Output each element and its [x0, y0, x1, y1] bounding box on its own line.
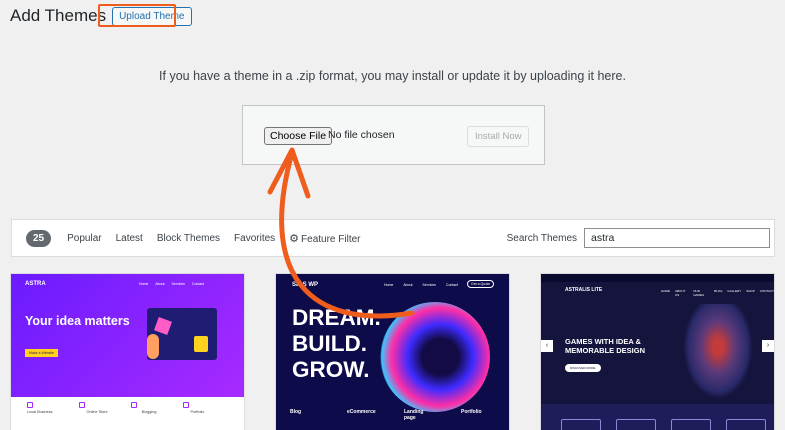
headline-line: GROW. — [292, 357, 370, 382]
feature-icon — [79, 402, 85, 408]
headline-line: MEMORABLE DESIGN — [565, 346, 646, 355]
illustration-shape — [194, 336, 208, 352]
preview-features: Local Business Online Store Blogging Por… — [27, 410, 204, 414]
theme-card-astra[interactable]: ASTRA Home About Services Contact Your i… — [10, 273, 245, 430]
upload-theme-highlight — [98, 4, 176, 27]
preview-nav-button: Get a Quote — [467, 280, 495, 288]
feature-label: Online Store — [86, 410, 108, 414]
preview-nav-item: OUR GAMES — [693, 289, 705, 297]
feature-label: Local Business — [27, 410, 53, 414]
preview-nav-item: ABOUT US — [675, 289, 686, 297]
column-title: Blog — [290, 409, 302, 415]
preview-nav-item: Contact — [191, 282, 204, 286]
column-title: eCommerce — [347, 409, 376, 415]
preview-topbar — [541, 274, 774, 282]
theme-count-badge: 25 — [26, 229, 52, 247]
preview-nav-item: Services — [171, 282, 185, 286]
preview-nav-item: SHOP — [746, 289, 755, 293]
preview-feature-box — [726, 419, 766, 430]
chevron-right-icon: › — [762, 340, 774, 352]
column-title: Landing page — [404, 409, 424, 421]
preview-nav-item: CONTACT — [759, 289, 774, 293]
choose-file-button[interactable]: Choose File — [264, 127, 333, 145]
preview-columns: Blog eCommerce Landing page Portfolio — [290, 409, 492, 421]
search-themes-input[interactable] — [584, 228, 770, 248]
feature-icon — [27, 402, 33, 408]
preview-feature-box — [671, 419, 711, 430]
page-title: Add Themes — [10, 6, 107, 25]
preview-nav: HOME ABOUT US OUR GAMES BLOG GALLERY SHO… — [661, 289, 774, 297]
feature-filter-label: Feature Filter — [301, 233, 361, 245]
install-now-button[interactable]: Install Now — [467, 126, 530, 147]
preview-nav-item: HOME — [661, 289, 670, 293]
preview-nav: Home About Services Contact — [384, 283, 458, 287]
tab-favorites[interactable]: Favorites — [234, 233, 275, 244]
illustration-figure — [147, 334, 159, 359]
feature-icon — [131, 402, 137, 408]
column-title: Portfolio — [461, 409, 482, 415]
tab-block-themes[interactable]: Block Themes — [157, 233, 220, 244]
preview-nav-item: Contact — [445, 283, 458, 287]
preview-nav-item: Services — [422, 283, 436, 287]
preview-feature-box — [561, 419, 601, 430]
theme-filter-bar: 25 Popular Latest Block Themes Favorites… — [11, 219, 775, 257]
preview-nav-item: About — [403, 283, 413, 287]
upload-form: Choose File No file chosen Install Now — [242, 105, 545, 165]
preview-headline: Your idea matters — [25, 314, 130, 328]
preview-feature-box — [616, 419, 656, 430]
feature-label: Blogging — [141, 410, 157, 414]
preview-nav-item: GALLERY — [727, 289, 742, 293]
file-status: No file chosen — [328, 129, 395, 141]
feature-filter-button[interactable]: ⚙ Feature Filter — [289, 232, 360, 245]
search-themes-label: Search Themes — [506, 233, 577, 244]
theme-card-astra-lite[interactable]: ASTRALIS LITE HOME ABOUT US OUR GAMES BL… — [540, 273, 775, 430]
preview-headline: DREAM. BUILD. GROW. — [292, 305, 381, 383]
feature-icon — [183, 402, 189, 408]
gear-icon: ⚙ — [289, 232, 300, 245]
tab-popular[interactable]: Popular — [67, 233, 101, 244]
preview-button: DISCOVER MORE — [565, 364, 601, 372]
headline-line: GAMES WITH IDEA & — [565, 337, 641, 346]
headline-line: BUILD. — [292, 331, 367, 356]
upload-instructions: If you have a theme in a .zip format, yo… — [159, 69, 626, 83]
tab-latest[interactable]: Latest — [116, 233, 143, 244]
preview-nav-item: Home — [384, 283, 394, 287]
theme-logo: ASTRALIS LITE — [565, 287, 603, 293]
preview-button: Make a Website — [25, 349, 59, 357]
chevron-left-icon: ‹ — [541, 340, 553, 352]
preview-nav: Home About Services Contact — [139, 282, 204, 286]
preview-nav-item: Home — [139, 282, 149, 286]
theme-card-saas[interactable]: SaaS WP Home About Services Contact Get … — [275, 273, 510, 430]
theme-logo: ASTRA — [25, 281, 46, 287]
preview-headline: GAMES WITH IDEA & MEMORABLE DESIGN — [565, 337, 645, 355]
headline-line: DREAM. — [292, 305, 381, 330]
theme-logo: SaaS WP — [292, 282, 319, 288]
feature-label: Portfolio — [190, 410, 205, 414]
illustration-blob — [380, 302, 490, 412]
preview-nav-item: About — [155, 282, 165, 286]
preview-nav-item: BLOG — [714, 289, 723, 293]
illustration-robot — [683, 304, 753, 399]
